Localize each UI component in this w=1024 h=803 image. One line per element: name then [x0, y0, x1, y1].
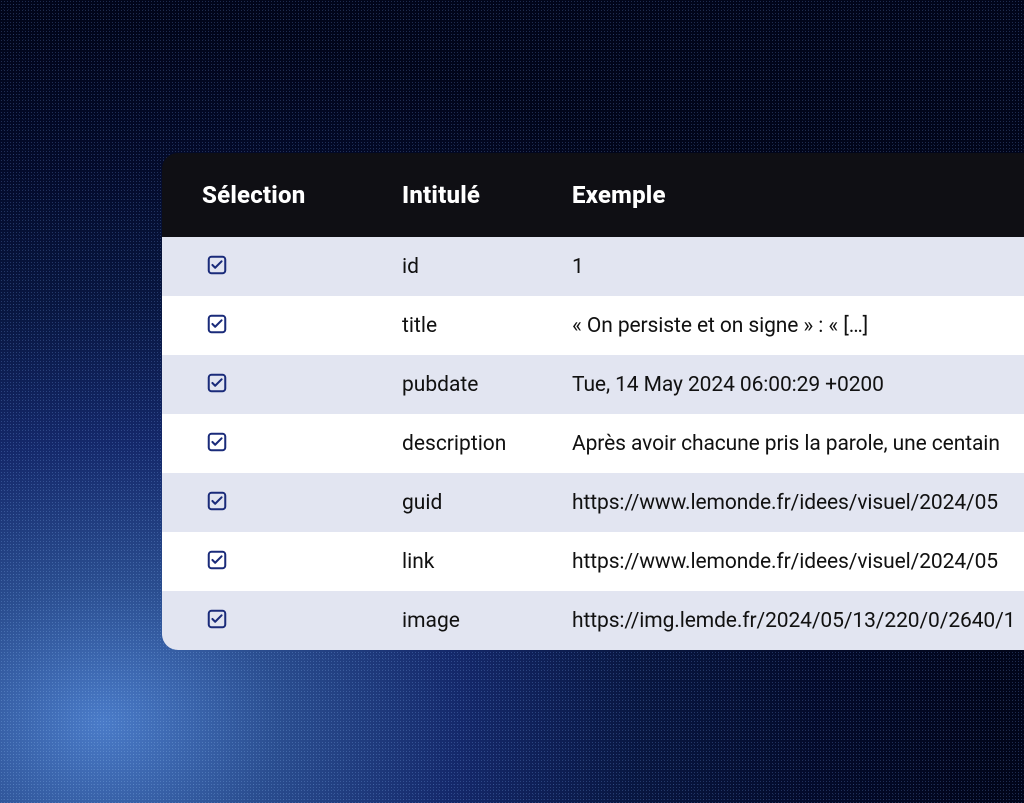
- checkbox-checked-icon[interactable]: [206, 608, 228, 634]
- checkbox-checked-icon[interactable]: [206, 254, 228, 280]
- cell-selection: [162, 313, 362, 339]
- cell-example: https://www.lemonde.fr/idees/visuel/2024…: [532, 550, 1024, 574]
- cell-selection: [162, 431, 362, 457]
- table-row: image https://img.lemde.fr/2024/05/13/22…: [162, 591, 1024, 650]
- table-header-row: Sélection Intitulé Exemple: [162, 153, 1024, 237]
- cell-label: image: [362, 609, 532, 633]
- cell-example: 1: [532, 255, 1024, 279]
- cell-label: title: [362, 314, 532, 338]
- cell-selection: [162, 608, 362, 634]
- cell-selection: [162, 490, 362, 516]
- checkbox-checked-icon[interactable]: [206, 431, 228, 457]
- checkbox-checked-icon[interactable]: [206, 313, 228, 339]
- cell-example: « On persiste et on signe » : « […]: [532, 314, 1024, 338]
- table-body: id 1 title « On persiste et on signe » :…: [162, 237, 1024, 650]
- cell-selection: [162, 549, 362, 575]
- cell-selection: [162, 254, 362, 280]
- column-header-selection: Sélection: [162, 181, 362, 209]
- table-row: title « On persiste et on signe » : « [……: [162, 296, 1024, 355]
- cell-example: Après avoir chacune pris la parole, une …: [532, 432, 1024, 456]
- data-table-panel: Sélection Intitulé Exemple id 1 title « …: [162, 153, 1024, 650]
- cell-label: pubdate: [362, 373, 532, 397]
- cell-example: https://img.lemde.fr/2024/05/13/220/0/26…: [532, 609, 1024, 633]
- cell-label: id: [362, 255, 532, 279]
- table-row: guid https://www.lemonde.fr/idees/visuel…: [162, 473, 1024, 532]
- cell-example: Tue, 14 May 2024 06:00:29 +0200: [532, 373, 1024, 397]
- column-header-example: Exemple: [532, 181, 1024, 209]
- cell-selection: [162, 372, 362, 398]
- cell-label: guid: [362, 491, 532, 515]
- table-row: pubdate Tue, 14 May 2024 06:00:29 +0200: [162, 355, 1024, 414]
- table-row: description Après avoir chacune pris la …: [162, 414, 1024, 473]
- checkbox-checked-icon[interactable]: [206, 372, 228, 398]
- cell-example: https://www.lemonde.fr/idees/visuel/2024…: [532, 491, 1024, 515]
- table-row: id 1: [162, 237, 1024, 296]
- checkbox-checked-icon[interactable]: [206, 549, 228, 575]
- checkbox-checked-icon[interactable]: [206, 490, 228, 516]
- cell-label: link: [362, 550, 532, 574]
- table-row: link https://www.lemonde.fr/idees/visuel…: [162, 532, 1024, 591]
- column-header-label: Intitulé: [362, 181, 532, 209]
- cell-label: description: [362, 432, 532, 456]
